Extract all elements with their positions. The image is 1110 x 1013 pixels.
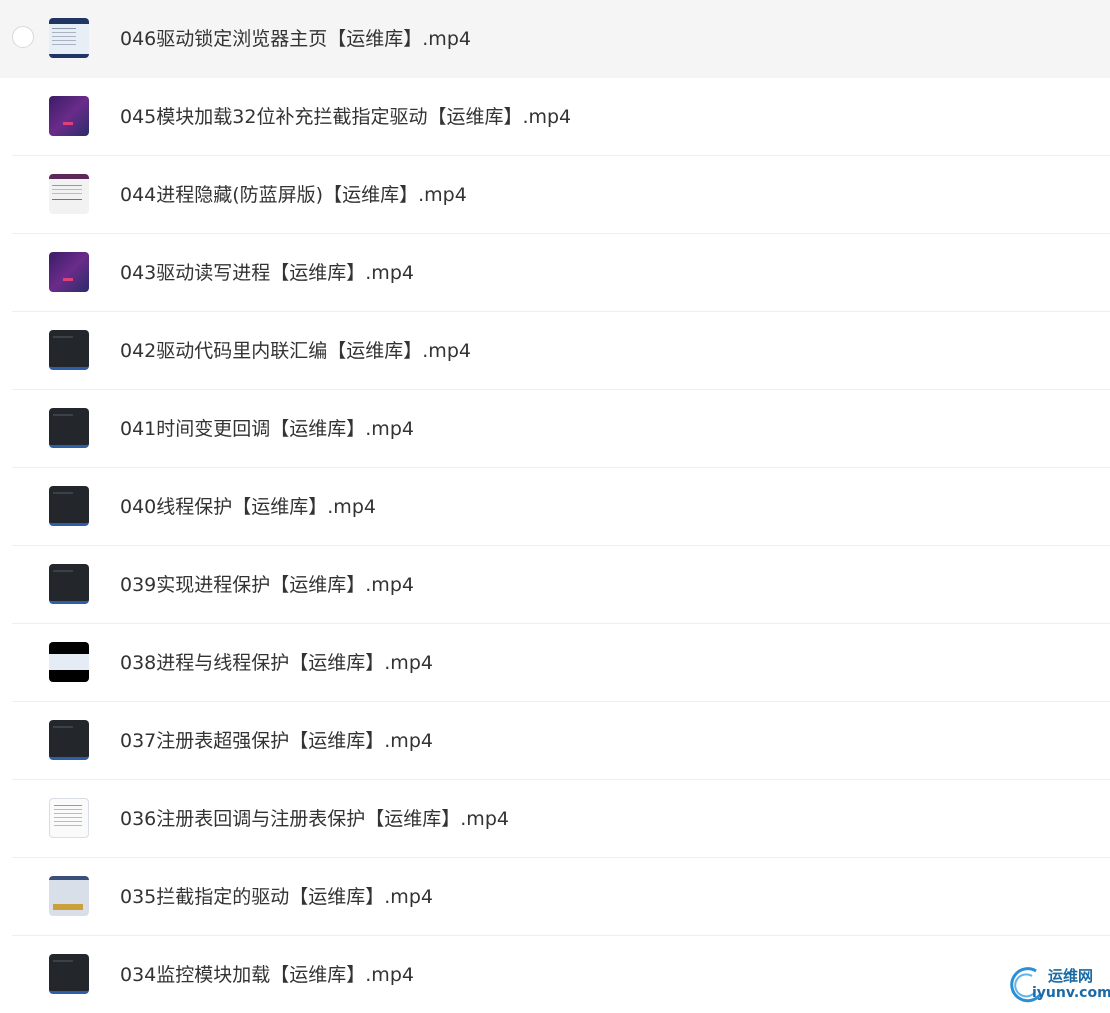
file-name[interactable]: 038进程与线程保护【运维库】.mp4 [120,649,433,677]
file-name[interactable]: 041时间变更回调【运维库】.mp4 [120,415,414,443]
file-row[interactable]: 044进程隐藏(防蓝屏版)【运维库】.mp4 [12,156,1110,234]
video-thumbnail [49,642,89,682]
watermark: 运维网 iyunv.com [1006,963,1110,1007]
file-row[interactable]: 037注册表超强保护【运维库】.mp4 [12,702,1110,780]
file-name[interactable]: 040线程保护【运维库】.mp4 [120,493,376,521]
file-name[interactable]: 039实现进程保护【运维库】.mp4 [120,571,414,599]
video-thumbnail [49,408,89,448]
video-thumbnail [49,330,89,370]
video-thumbnail [49,18,89,58]
file-row[interactable]: 046驱动锁定浏览器主页【运维库】.mp4 [0,0,1110,78]
file-row[interactable]: 036注册表回调与注册表保护【运维库】.mp4 [12,780,1110,858]
video-thumbnail [49,252,89,292]
file-row[interactable]: 034监控模块加载【运维库】.mp4 [12,936,1110,1013]
video-thumbnail [49,96,89,136]
file-name[interactable]: 042驱动代码里内联汇编【运维库】.mp4 [120,337,471,365]
file-row[interactable]: 043驱动读写进程【运维库】.mp4 [12,234,1110,312]
file-name[interactable]: 035拦截指定的驱动【运维库】.mp4 [120,883,433,911]
file-list: 046驱动锁定浏览器主页【运维库】.mp4 045模块加载32位补充拦截指定驱动… [0,0,1110,1013]
file-row[interactable]: 042驱动代码里内联汇编【运维库】.mp4 [12,312,1110,390]
video-thumbnail [49,486,89,526]
file-row[interactable]: 038进程与线程保护【运维库】.mp4 [12,624,1110,702]
file-name[interactable]: 037注册表超强保护【运维库】.mp4 [120,727,433,755]
video-thumbnail [49,876,89,916]
file-name[interactable]: 046驱动锁定浏览器主页【运维库】.mp4 [120,25,471,53]
file-row[interactable]: 040线程保护【运维库】.mp4 [12,468,1110,546]
file-row[interactable]: 045模块加载32位补充拦截指定驱动【运维库】.mp4 [12,78,1110,156]
video-thumbnail [49,564,89,604]
file-row[interactable]: 041时间变更回调【运维库】.mp4 [12,390,1110,468]
video-thumbnail [49,798,89,838]
file-name[interactable]: 043驱动读写进程【运维库】.mp4 [120,259,414,287]
video-thumbnail [49,720,89,760]
file-row[interactable]: 035拦截指定的驱动【运维库】.mp4 [12,858,1110,936]
file-name[interactable]: 036注册表回调与注册表保护【运维库】.mp4 [120,805,509,833]
file-row[interactable]: 039实现进程保护【运维库】.mp4 [12,546,1110,624]
file-name[interactable]: 034监控模块加载【运维库】.mp4 [120,961,414,989]
file-name[interactable]: 045模块加载32位补充拦截指定驱动【运维库】.mp4 [120,103,571,131]
watermark-cn: 运维网 [1048,967,1094,985]
select-radio[interactable] [12,26,34,48]
video-thumbnail [49,954,89,994]
file-name[interactable]: 044进程隐藏(防蓝屏版)【运维库】.mp4 [120,181,467,209]
watermark-en: iyunv.com [1032,985,1110,1001]
video-thumbnail [49,174,89,214]
